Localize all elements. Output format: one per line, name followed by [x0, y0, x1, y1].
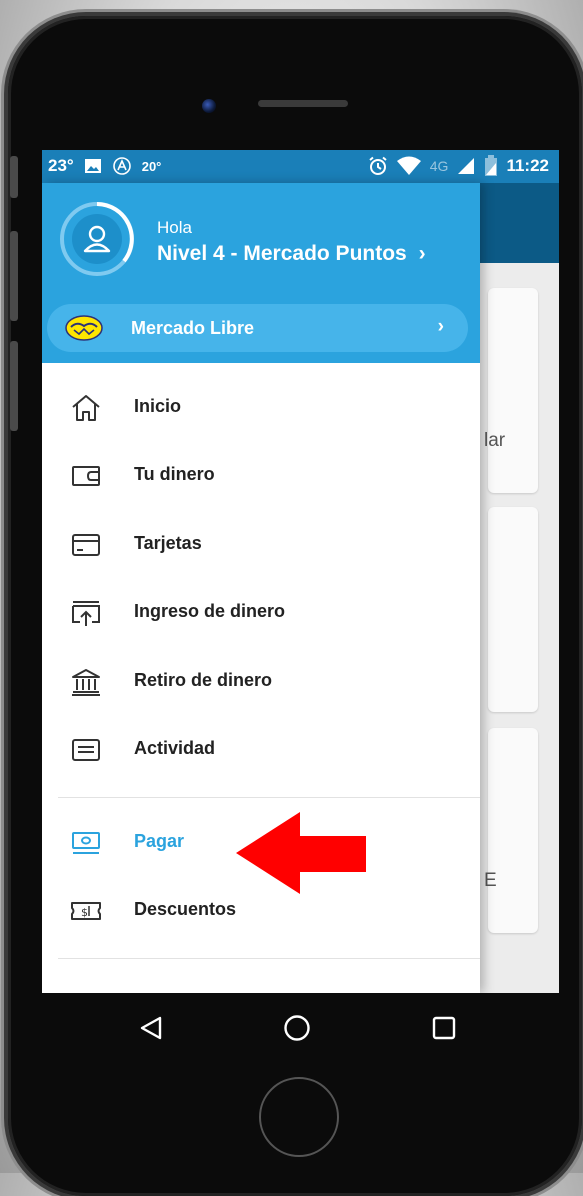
mercadolibre-logo-icon [65, 315, 103, 341]
greeting: Hola [157, 218, 192, 237]
menu-item-label: Tu dinero [134, 464, 215, 484]
background-card [488, 507, 538, 712]
chevron-right-icon: › [437, 316, 444, 337]
level-label: Nivel 4 - Mercado Puntos [157, 242, 407, 265]
front-camera [202, 99, 216, 113]
wallet-icon [72, 466, 100, 486]
menu-item-label: Descuentos [134, 899, 237, 919]
background-text: lar [484, 430, 506, 451]
menu-item-retiro[interactable]: Retiro de dinero [42, 652, 480, 712]
menu-divider [58, 958, 480, 959]
earpiece-speaker [258, 100, 348, 107]
a-circle-icon [112, 157, 131, 175]
signal-icon [458, 158, 475, 174]
menu-item-label: Tarjetas [134, 533, 202, 553]
system-navigation-bar [42, 993, 559, 1063]
menu-item-inicio[interactable]: Inicio [42, 378, 480, 438]
menu-item-actividad[interactable]: Actividad [42, 720, 480, 780]
menu-item-label: Retiro de dinero [134, 670, 273, 690]
avatar[interactable] [58, 200, 136, 278]
network-type: 4G [429, 158, 449, 174]
annotation-arrow-icon [236, 812, 366, 894]
recents-square-icon[interactable] [432, 1016, 456, 1040]
home-icon [72, 395, 100, 421]
alarm-icon [369, 156, 387, 175]
menu-divider [58, 797, 480, 798]
background-card [488, 728, 538, 933]
svg-text:$: $ [81, 906, 88, 919]
menu-item-tu-dinero[interactable]: Tu dinero [42, 446, 480, 506]
card-icon [72, 534, 100, 556]
background-text: E [484, 870, 497, 891]
mercadolibre-label: Mercado Libre [131, 318, 255, 338]
back-icon[interactable] [138, 1015, 164, 1041]
drawer-header[interactable]: Hola Nivel 4 - Mercado Puntos › Mercado … [42, 183, 480, 363]
activity-icon [72, 739, 100, 761]
chevron-right-icon: › [418, 242, 426, 265]
volume-up-button [10, 231, 18, 321]
physical-home-button[interactable] [259, 1077, 339, 1157]
menu-item-label: Actividad [134, 738, 216, 758]
menu-item-label: Inicio [134, 396, 182, 416]
home-circle-icon[interactable] [283, 1014, 311, 1042]
discount-ticket-icon: $ [71, 902, 101, 920]
clock: 11:22 [506, 156, 549, 175]
background-card [488, 288, 538, 493]
secondary-temperature: 20° [141, 158, 162, 174]
menu-item-label: Ingreso de dinero [134, 601, 286, 621]
mercadolibre-button[interactable]: Mercado Libre › [47, 304, 468, 352]
deposit-icon [72, 601, 100, 626]
menu-item-ingreso[interactable]: Ingreso de dinero [42, 583, 480, 643]
bank-icon [72, 669, 100, 696]
image-icon [84, 159, 101, 173]
menu-item-tarjetas[interactable]: Tarjetas [42, 515, 480, 575]
volume-button [10, 156, 18, 198]
pay-icon [72, 832, 100, 854]
app-header-background [480, 183, 559, 263]
status-bar: 23° 20° 4G 11:22 [42, 150, 559, 183]
temperature: 23° [48, 156, 74, 175]
volume-down-button [10, 341, 18, 431]
menu-item-label: Pagar [134, 831, 185, 851]
level-link[interactable]: Nivel 4 - Mercado Puntos › [157, 242, 426, 266]
wifi-icon [396, 156, 421, 175]
battery-icon [485, 155, 498, 176]
